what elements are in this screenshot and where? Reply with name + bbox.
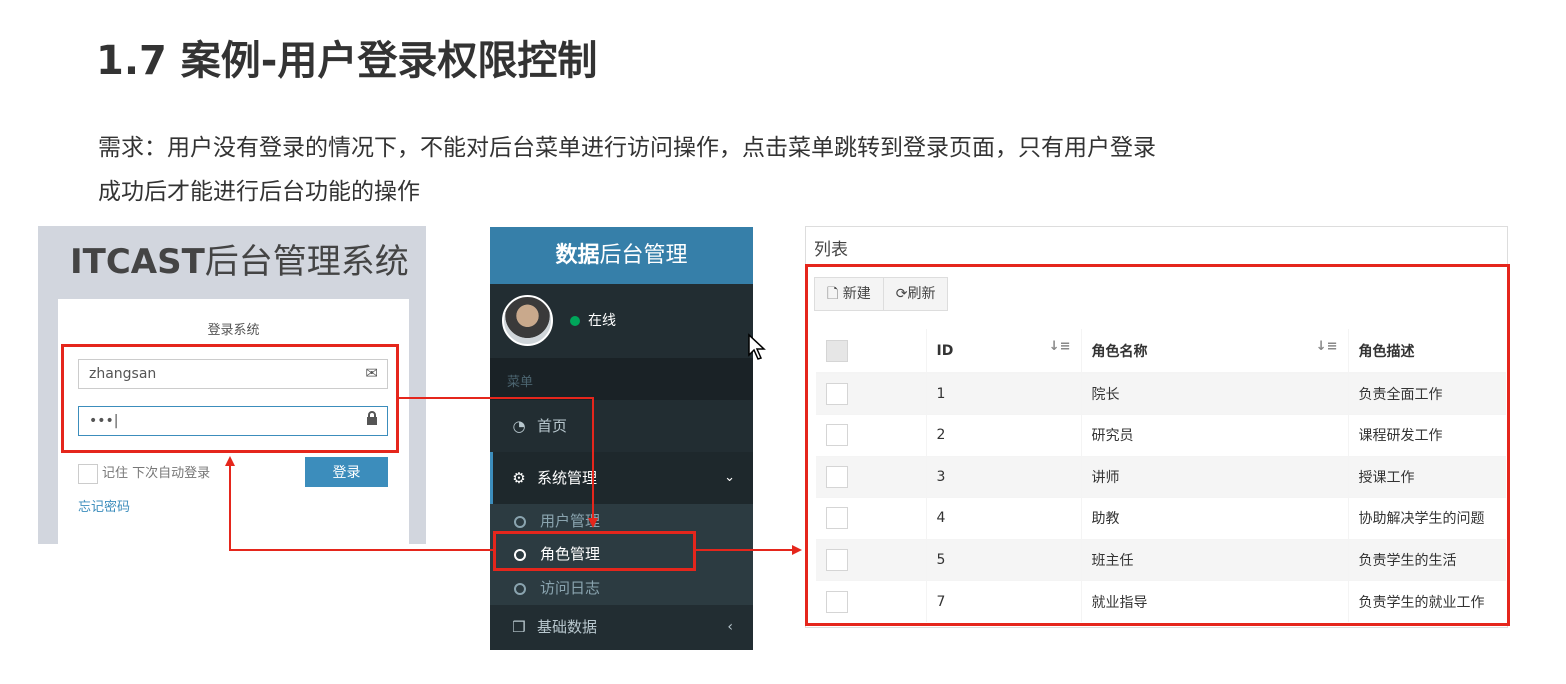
sidebar-item-base-data[interactable]: ❒ 基础数据 ‹ [490,605,753,650]
login-message: 登录系统 [207,323,260,338]
cube-icon: ❒ [512,618,526,636]
login-highlight-box [61,344,399,453]
circle-icon [514,515,526,528]
login-brand: ITCAST后台管理系统 [70,242,409,282]
role-menu-highlight-box [493,531,696,571]
avatar [502,295,553,346]
requirement-line-2: 成功后才能进行后台功能的操作 [98,179,420,205]
user-panel: 在线 [490,284,753,358]
dashboard-icon: ◔ [512,417,526,435]
menu-header: 菜单 [490,358,753,400]
sidebar-item-system[interactable]: ⚙ 系统管理 ⌄ [490,452,753,504]
requirement-line-1: 需求：用户没有登录的情况下，不能对后台菜单进行访问操作，点击菜单跳转到登录页面，… [98,135,1156,161]
forgot-password-link[interactable]: 忘记密码 [78,496,130,515]
sidebar-item-access-log[interactable]: 访问日志 [490,571,753,605]
list-title: 列表 [806,227,1507,265]
online-status: 在线 [570,310,616,330]
online-dot-icon [570,316,580,326]
chevron-left-icon: ‹ [727,619,733,635]
remember-checkbox[interactable] [78,463,98,484]
cogs-icon: ⚙ [512,469,526,487]
sidebar-item-home[interactable]: ◔ 首页 [490,400,753,452]
circle-icon [514,582,526,595]
sidebar-header: 数据后台管理 [490,227,753,284]
admin-sidebar: 数据后台管理 在线 菜单 ◔ 首页 ⚙ 系统管理 ⌄ 用户管理 角色管理 访问日志 … [490,227,753,650]
table-highlight-box [805,264,1510,626]
page-title: 1.7 案例-用户登录权限控制 [96,38,598,84]
mouse-cursor-icon [748,333,766,360]
remember-me[interactable]: 记住 下次自动登录 [78,462,210,484]
chevron-down-icon: ⌄ [724,470,735,485]
login-button[interactable]: 登录 [305,457,388,487]
